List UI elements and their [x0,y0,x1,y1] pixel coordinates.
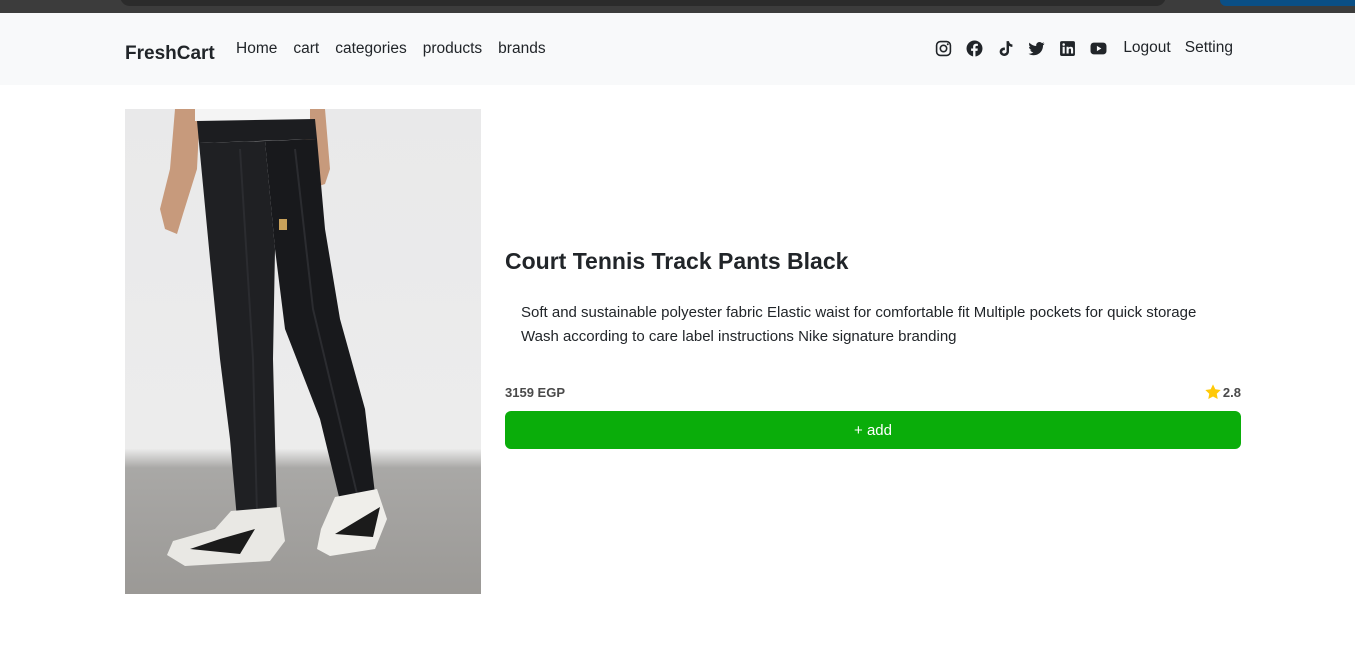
browser-button[interactable] [1220,0,1355,6]
product-price: 3159 EGP [505,384,565,400]
setting-link[interactable]: Setting [1185,39,1233,57]
nav-link-products[interactable]: products [423,40,482,58]
product-title: Court Tennis Track Pants Black [505,248,849,274]
twitter-icon[interactable] [1027,39,1045,57]
facebook-icon[interactable] [965,39,983,57]
product-description: Soft and sustainable polyester fabric El… [521,304,1197,345]
logout-link[interactable]: Logout [1123,39,1170,57]
nav-link-brands[interactable]: brands [498,40,545,58]
linkedin-icon[interactable] [1058,39,1076,57]
product-meta: 3159 EGP 2.8 [505,383,1241,401]
tiktok-icon[interactable] [996,39,1014,57]
nav-links: Home cart categories products brands [236,40,546,58]
navbar: FreshCart Home cart categories products … [0,13,1355,85]
track-pants-illustration [160,109,387,566]
star-icon [1205,384,1221,400]
product-rating: 2.8 [1204,383,1241,401]
product-info: Court Tennis Track Pants Black Soft and … [505,248,1241,349]
social-icons [934,39,1107,57]
browser-chrome [0,0,1355,13]
brand-logo[interactable]: FreshCart [125,43,215,65]
instagram-icon[interactable] [934,39,952,57]
product-image [125,109,481,594]
address-bar[interactable] [120,0,1166,6]
nav-right: Logout Setting [934,39,1233,57]
nav-link-categories[interactable]: categories [335,40,407,58]
nav-link-home[interactable]: Home [236,40,277,58]
add-to-cart-button[interactable]: + add [505,411,1241,449]
youtube-icon[interactable] [1089,39,1107,57]
rating-value: 2.8 [1222,384,1241,400]
nav-link-cart[interactable]: cart [293,40,319,58]
